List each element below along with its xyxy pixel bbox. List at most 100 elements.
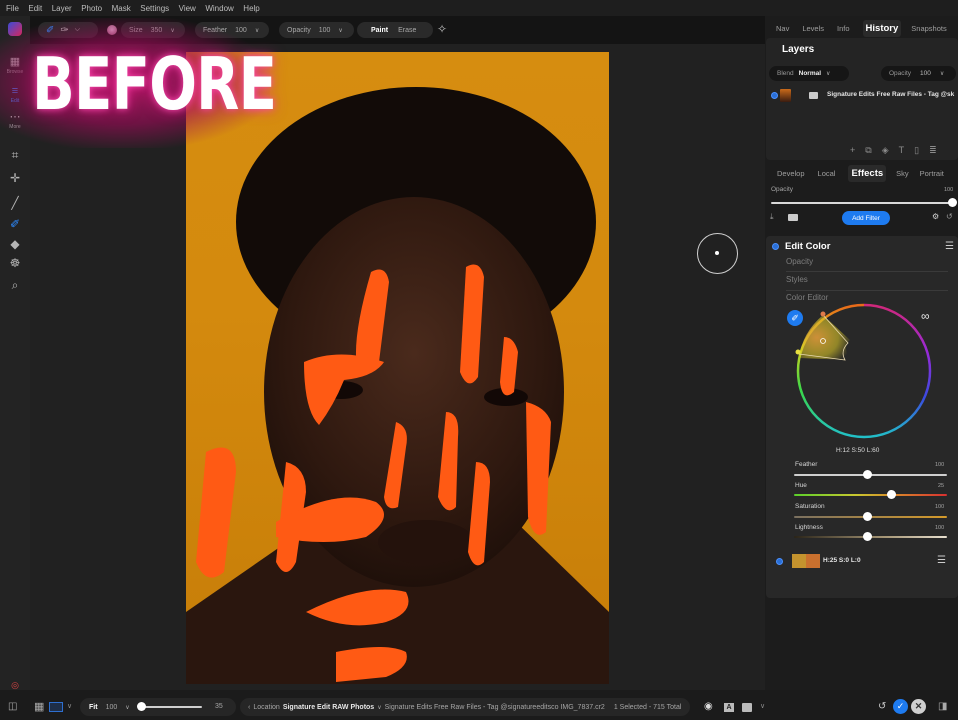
swatch-target [806, 554, 820, 568]
chevron-down-icon[interactable]: ∨ [125, 704, 129, 711]
chevron-down-icon: ∨ [826, 71, 831, 77]
hue-range-handle-end[interactable] [795, 349, 801, 355]
zoom-value[interactable]: 100 [106, 704, 118, 711]
opacity-dropdown[interactable]: Opacity 100 ∨ [279, 22, 354, 38]
location-breadcrumb: ‹ Location Signature Edit RAW Photos ∨ S… [240, 698, 690, 716]
hue-range-handle-start[interactable] [820, 311, 826, 317]
left-panel-toggle-icon[interactable]: ◫ [8, 701, 17, 712]
layer-row[interactable]: Signature Edits Free Raw Files - Tag @sk [766, 86, 958, 106]
effects-opacity-knob[interactable] [948, 198, 957, 207]
menu-window[interactable]: Window [205, 4, 233, 13]
tab-history[interactable]: History [862, 20, 902, 37]
auto-icon[interactable]: A [724, 703, 734, 712]
add-filter-button[interactable]: Add Filter [842, 211, 890, 225]
feather-slider-value: 100 [935, 462, 945, 468]
erase-button[interactable]: Erase [398, 27, 416, 34]
undo-icon[interactable]: ↺ [878, 701, 886, 712]
menu-edit[interactable]: Edit [28, 4, 42, 13]
divider [786, 271, 948, 272]
back-chevron-icon[interactable]: ‹ [248, 704, 250, 711]
retouch-wand-icon[interactable]: ╱ [8, 196, 22, 210]
layer-visibility-icon[interactable] [771, 92, 778, 99]
blend-dropdown[interactable]: Blend Normal ∨ [769, 66, 849, 81]
mask-icon[interactable] [788, 214, 798, 221]
delete-layer-icon[interactable]: ▯ [914, 145, 919, 156]
chevron-down-icon[interactable]: ∨ [377, 704, 381, 711]
menu-help[interactable]: Help [243, 4, 259, 13]
menu-settings[interactable]: Settings [140, 4, 169, 13]
edit-color-styles-section[interactable]: Styles [786, 275, 808, 284]
paint-button[interactable]: Paint [371, 27, 388, 34]
menu-file[interactable]: File [6, 4, 19, 13]
opacity-label: Opacity [287, 26, 311, 34]
mask-overlay-icon[interactable] [742, 703, 752, 712]
saturation-slider-value: 100 [935, 504, 945, 510]
hue-range-selection[interactable] [799, 315, 850, 360]
chevron-down-icon[interactable]: ∨ [67, 702, 72, 710]
tab-nav[interactable]: Nav [776, 24, 789, 33]
menu-photo[interactable]: Photo [81, 4, 102, 13]
effects-opacity-slider[interactable] [771, 202, 952, 204]
fill-layer-icon[interactable]: ◈ [882, 145, 889, 156]
preview-eye-icon[interactable]: ◉ [704, 701, 713, 712]
brush-cursor-center [715, 251, 719, 255]
duplicate-layer-icon[interactable]: ⧉ [865, 145, 871, 156]
before-label: BEFORE [32, 42, 277, 126]
lightness-slider-knob[interactable] [863, 532, 872, 541]
zoom-hand-icon[interactable]: ⌕ [8, 278, 22, 292]
text-layer-icon[interactable]: T [899, 145, 905, 156]
layer-opacity-value: 100 [920, 70, 931, 77]
color-wheel[interactable] [790, 298, 940, 443]
brush-icon[interactable]: ✐ [8, 217, 22, 231]
divider [786, 290, 948, 291]
add-layer-icon[interactable]: + [850, 145, 855, 156]
saturation-slider-knob[interactable] [863, 512, 872, 521]
crop-icon[interactable]: ⌗ [8, 148, 22, 162]
grid-view-icon[interactable]: ▦ [34, 700, 44, 713]
import-icon[interactable]: ⤓ [770, 212, 774, 222]
tab-info[interactable]: Info [837, 24, 850, 33]
right-panel-toggle-icon[interactable]: ◨ [938, 701, 947, 712]
thumbnail-size-knob[interactable] [137, 702, 146, 711]
menu-mask[interactable]: Mask [112, 4, 131, 13]
stamp-icon[interactable]: ☸ [8, 256, 22, 270]
tab-levels[interactable]: Levels [802, 24, 824, 33]
menu-view[interactable]: View [179, 4, 196, 13]
chevron-down-icon[interactable]: ∨ [760, 702, 765, 710]
filter-visibility-icon[interactable] [772, 243, 779, 250]
menu-layer[interactable]: Layer [52, 4, 72, 13]
paint-erase-toggle: Paint Erase [357, 22, 433, 38]
layer-stack-icon[interactable]: ≣ [929, 145, 937, 156]
eraser-icon[interactable]: ◆ [8, 237, 22, 251]
tab-effects[interactable]: Effects [848, 165, 887, 182]
tab-local[interactable]: Local [818, 169, 836, 178]
hue-slider-label: Hue [795, 482, 807, 489]
move-icon[interactable]: ✛ [8, 171, 22, 185]
tab-develop[interactable]: Develop [777, 169, 805, 178]
settings-icon[interactable]: ⚙ [932, 212, 939, 221]
tab-snapshots[interactable]: Snapshots [911, 24, 946, 33]
filter-menu-icon[interactable]: ☰ [945, 241, 954, 252]
hsl-readout: H:12 S:50 L:60 [836, 447, 880, 454]
file-path: Signature Edits Free Raw Files - Tag @si… [384, 703, 605, 711]
location-label: Location [253, 703, 280, 711]
layer-opacity-dropdown[interactable]: Opacity 100 ∨ [881, 66, 956, 81]
fit-button[interactable]: Fit [89, 704, 98, 711]
color-range-toggle-icon[interactable] [776, 558, 783, 565]
color-range-menu-icon[interactable]: ☰ [937, 555, 946, 566]
single-view-icon[interactable] [49, 702, 63, 712]
location-dropdown[interactable]: Signature Edit RAW Photos [283, 704, 374, 711]
apply-button[interactable]: ✓ [893, 699, 908, 714]
cancel-button[interactable]: ✕ [911, 699, 926, 714]
thumbnail-size-slider[interactable] [141, 706, 202, 708]
feather-slider-knob[interactable] [863, 470, 872, 479]
hue-slider[interactable] [794, 494, 947, 496]
hue-slider-knob[interactable] [887, 490, 896, 499]
tab-portrait[interactable]: Portrait [920, 169, 944, 178]
reset-icon[interactable]: ↺ [946, 212, 953, 221]
layer-actions: + ⧉ ◈ T ▯ ≣ [850, 145, 937, 156]
tab-sky[interactable]: Sky [896, 169, 909, 178]
edit-color-opacity-section[interactable]: Opacity [786, 257, 813, 266]
magic-wand-icon[interactable]: ✧ [437, 22, 447, 36]
chevron-down-icon: ∨ [939, 71, 945, 77]
